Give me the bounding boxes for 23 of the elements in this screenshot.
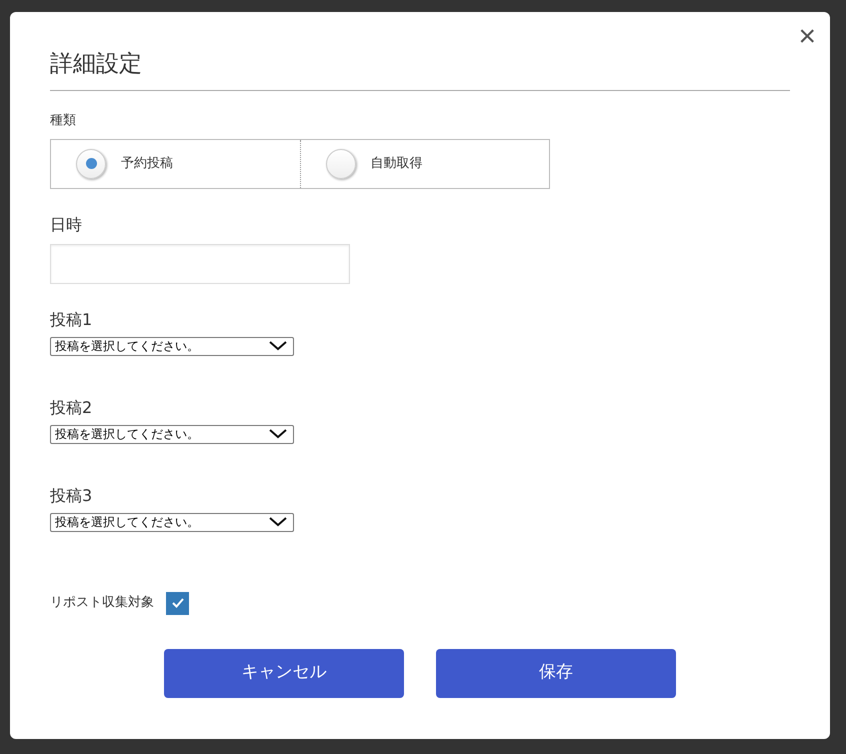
radio-button[interactable] [76,148,106,178]
field-label: 投稿2 [50,396,94,418]
chevron-down-icon [269,429,287,439]
chevron-down-icon [269,341,287,351]
post-select[interactable]: 投稿を選択してください。 [50,424,294,444]
datetime-field[interactable] [50,244,350,284]
check-icon [172,598,184,608]
checkbox-label: リポスト収集対象 [50,594,154,612]
field-label: 種類 [50,112,77,130]
checkbox[interactable] [166,592,189,614]
dialog-button[interactable]: キャンセル [164,648,404,698]
radio-button[interactable] [326,148,356,178]
post-select[interactable]: 投稿を選択してください。 [50,336,294,356]
post-select[interactable]: 投稿を選択してください。 [50,512,294,532]
radio-option[interactable]: 自動取得 [300,140,549,188]
field-label: 投稿3 [50,484,94,506]
close-button[interactable]: × [798,22,816,52]
field-label: 投稿1 [50,308,94,330]
radio-option[interactable]: 予約投稿 [51,140,300,188]
field-label: 日時 [50,214,83,236]
dialog-button[interactable]: 保存 [436,648,676,698]
chevron-down-icon [269,517,287,527]
dialog-title: 詳細設定 [50,48,790,91]
